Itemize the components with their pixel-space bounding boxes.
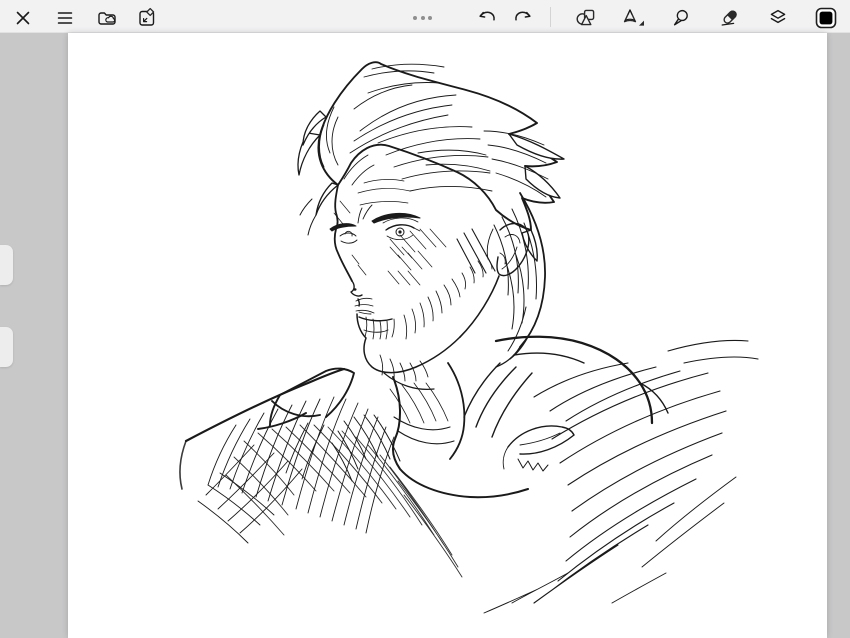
undo-icon <box>476 7 498 29</box>
shapes-tool-button[interactable] <box>575 7 597 29</box>
redo-button[interactable] <box>512 7 534 29</box>
brush-tool-button[interactable] <box>619 7 645 29</box>
pencil-tip-icon <box>619 7 645 29</box>
menu-button[interactable] <box>54 7 76 29</box>
more-options-button[interactable] <box>413 16 432 20</box>
layers-button[interactable] <box>767 7 789 29</box>
drawing-canvas[interactable] <box>68 33 827 638</box>
drawing-app-window: { "window": { "width": 850, "height": 63… <box>0 0 850 638</box>
toolbar-divider <box>550 7 551 27</box>
eraser-icon <box>718 7 740 29</box>
active-color-button[interactable] <box>815 7 837 29</box>
drawer-tab-upper[interactable] <box>0 245 13 285</box>
ellipsis-icon <box>421 16 425 20</box>
layers-icon <box>767 7 789 29</box>
shapes-icon <box>575 7 597 29</box>
top-toolbar <box>0 0 850 33</box>
portrait-sketch-artwork <box>68 33 827 638</box>
color-swatch <box>815 7 837 29</box>
menu-icon <box>54 7 76 29</box>
redo-icon <box>512 7 534 29</box>
close-button[interactable] <box>12 7 34 29</box>
eraser-tool-button[interactable] <box>718 7 740 29</box>
ellipsis-icon <box>428 16 432 20</box>
close-icon <box>12 7 34 29</box>
page-diamond-icon <box>136 7 158 29</box>
gallery-button[interactable] <box>96 7 118 29</box>
undo-button[interactable] <box>476 7 498 29</box>
smudge-icon <box>669 7 691 29</box>
submenu-indicator <box>639 21 644 26</box>
drawer-tab-lower[interactable] <box>0 327 13 367</box>
ellipsis-icon <box>413 16 417 20</box>
new-canvas-button[interactable] <box>136 7 158 29</box>
smudge-tool-button[interactable] <box>669 7 691 29</box>
folder-cloud-icon <box>96 7 118 29</box>
